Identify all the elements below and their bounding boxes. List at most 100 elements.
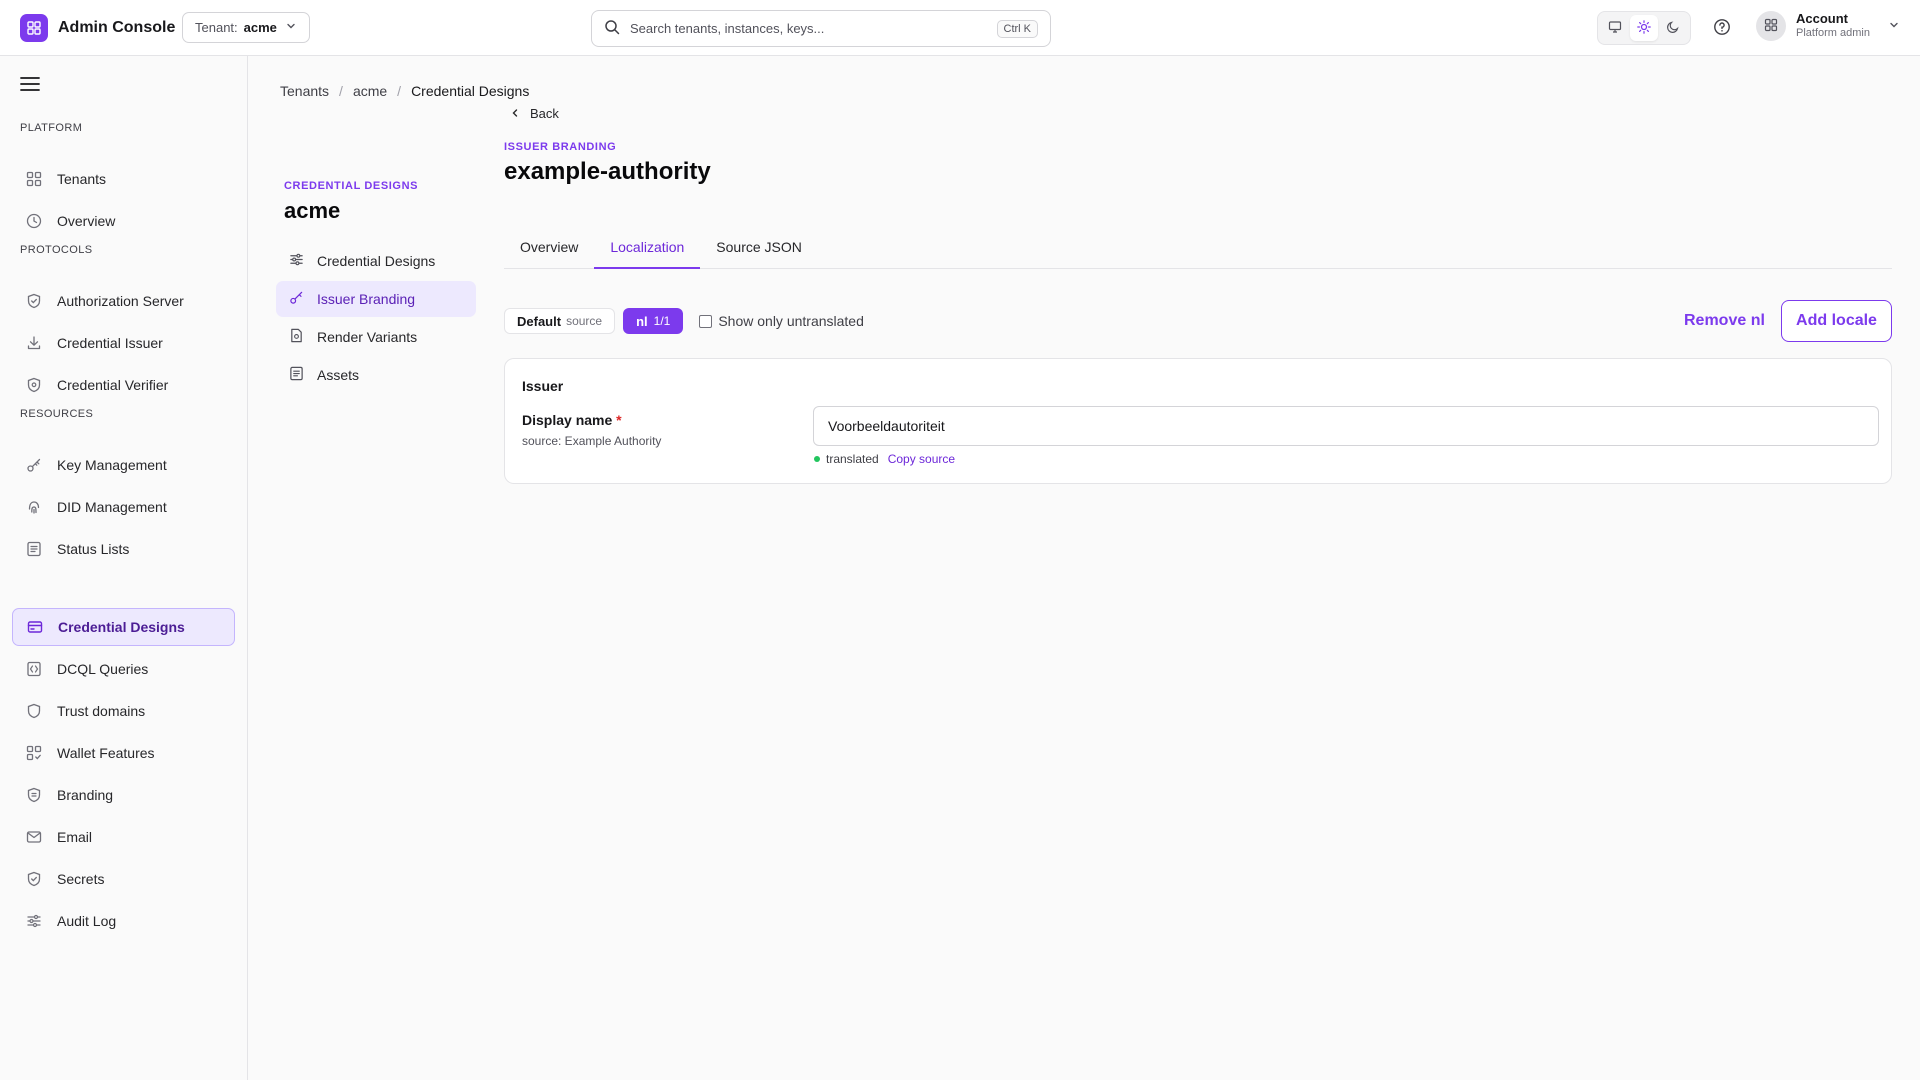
sidebar-item-credential-issuer[interactable]: Credential Issuer	[12, 324, 235, 362]
search-icon	[604, 19, 620, 38]
sidebar-item-trust-domains[interactable]: Trust domains	[12, 692, 235, 730]
monitor-icon	[1608, 20, 1622, 37]
sidebar-item-label: Status Lists	[57, 541, 130, 557]
back-link[interactable]: Back	[510, 106, 559, 121]
badge-icon	[25, 786, 43, 804]
sidebar-item-label: Branding	[57, 787, 114, 803]
tab-overview[interactable]: Overview	[504, 229, 594, 269]
sidebar-section-label: PLATFORM	[20, 122, 83, 134]
sidebar-item-dcql-queries[interactable]: DCQL Queries	[12, 650, 235, 688]
breadcrumb-separator: /	[339, 83, 343, 99]
card-icon	[26, 618, 44, 636]
sidebar-item-label: Credential Verifier	[57, 377, 169, 393]
list-icon	[289, 366, 304, 384]
sidebar-item-label: Key Management	[57, 457, 167, 473]
app-logo-icon	[20, 14, 48, 42]
section-title: acme	[284, 198, 341, 223]
sidebar-item-label: Trust domains	[57, 703, 146, 719]
app-title: Admin Console	[58, 19, 176, 36]
sidebar-item-wallet-features[interactable]: Wallet Features	[12, 734, 235, 772]
add-locale-button[interactable]: Add locale	[1781, 300, 1892, 342]
help-button[interactable]	[1710, 16, 1734, 40]
sidebar-item-key-management[interactable]: Key Management	[12, 446, 235, 484]
moon-icon	[1666, 20, 1680, 37]
page-title: example-authority	[504, 158, 711, 185]
breadcrumb: Tenants / acme / Credential Designs	[280, 83, 529, 99]
display-name-input[interactable]	[813, 406, 1879, 446]
sidebar-item-tenants[interactable]: Tenants	[12, 160, 235, 198]
chevron-down-icon	[1888, 18, 1900, 34]
theme-system-button[interactable]	[1601, 15, 1629, 41]
grid-icon	[25, 170, 43, 188]
list-icon	[25, 540, 43, 558]
top-bar: Admin Console Tenant: acme Ctrl K	[0, 0, 1920, 56]
sidebar-item-status-lists[interactable]: Status Lists	[12, 530, 235, 568]
subnav-render-variants[interactable]: Render Variants	[276, 319, 476, 355]
sidebar-item-branding[interactable]: Branding	[12, 776, 235, 814]
sidebar-item-secrets[interactable]: Secrets	[12, 860, 235, 898]
page-eyebrow: ISSUER BRANDING	[504, 141, 617, 153]
tab-localization[interactable]: Localization	[594, 229, 701, 269]
sidebar: PLATFORM Tenants Overview PROTOCOLS Auth…	[0, 56, 248, 1080]
theme-dark-button[interactable]	[1659, 15, 1687, 41]
sidebar-item-credential-verifier[interactable]: Credential Verifier	[12, 366, 235, 404]
subnav-issuer-branding[interactable]: Issuer Branding	[276, 281, 476, 317]
global-search[interactable]: Ctrl K	[591, 10, 1051, 47]
search-input[interactable]	[630, 21, 987, 36]
clock-icon	[25, 212, 43, 230]
sidebar-item-audit-log[interactable]: Audit Log	[12, 902, 235, 940]
locale-chip-label: Default	[517, 313, 562, 329]
sidebar-item-label: Credential Issuer	[57, 335, 163, 351]
sidebar-item-authorization-server[interactable]: Authorization Server	[12, 282, 235, 320]
shield-icon	[25, 702, 43, 720]
field-label: Display name *	[522, 412, 622, 428]
breadcrumb-tenants[interactable]: Tenants	[280, 83, 329, 99]
sliders-icon	[25, 912, 43, 930]
search-shortcut-hint: Ctrl K	[996, 19, 1038, 38]
fingerprint-icon	[25, 498, 43, 516]
show-untranslated-toggle[interactable]: Show only untranslated	[699, 313, 864, 329]
tab-source-json[interactable]: Source JSON	[700, 229, 818, 269]
subnav-assets[interactable]: Assets	[276, 357, 476, 393]
theme-switcher	[1597, 11, 1691, 45]
menu-toggle-button[interactable]	[18, 73, 42, 97]
sliders-icon	[289, 252, 304, 270]
mail-icon	[25, 828, 43, 846]
sidebar-item-label: Wallet Features	[57, 745, 155, 761]
tenant-value: acme	[243, 20, 277, 35]
locale-chip-nl[interactable]: nl 1/1	[623, 308, 684, 334]
show-untranslated-checkbox[interactable]	[699, 314, 713, 328]
sidebar-item-label: Authorization Server	[57, 293, 184, 309]
theme-light-button[interactable]	[1629, 15, 1658, 41]
shield-icon	[25, 376, 43, 394]
sidebar-item-did-management[interactable]: DID Management	[12, 488, 235, 526]
sidebar-item-overview[interactable]: Overview	[12, 202, 235, 240]
chevron-left-icon	[510, 106, 520, 121]
account-menu[interactable]: Account Platform admin	[1756, 11, 1900, 41]
breadcrumb-current: Credential Designs	[411, 83, 530, 99]
copy-source-link[interactable]: Copy source	[888, 452, 955, 466]
chevron-down-icon	[285, 20, 297, 35]
sidebar-item-email[interactable]: Email	[12, 818, 235, 856]
subnav-credential-designs[interactable]: Credential Designs	[276, 243, 476, 279]
tenant-select[interactable]: Tenant: acme	[182, 12, 310, 43]
breadcrumb-tenant[interactable]: acme	[353, 83, 387, 99]
locale-selector: Default source nl 1/1 Show only untransl…	[504, 308, 864, 334]
sidebar-item-credential-designs[interactable]: Credential Designs	[12, 608, 235, 646]
required-mark: *	[616, 412, 622, 428]
brand[interactable]: Admin Console	[20, 14, 175, 42]
subnav-label: Render Variants	[317, 329, 418, 345]
show-untranslated-label: Show only untranslated	[718, 313, 864, 329]
locale-chip-default[interactable]: Default source	[504, 308, 616, 334]
translation-status: translated Copy source	[814, 452, 955, 466]
remove-locale-button[interactable]: Remove nl	[1668, 300, 1781, 342]
key-icon	[289, 290, 304, 308]
sidebar-item-label: Audit Log	[57, 913, 117, 929]
locale-progress: 1/1	[653, 314, 671, 328]
sidebar-item-label: Secrets	[57, 871, 105, 887]
sun-icon	[1637, 19, 1651, 37]
help-circle-icon	[1713, 18, 1731, 39]
file-icon	[289, 328, 304, 346]
tenant-label: Tenant:	[195, 20, 238, 35]
shield-icon	[25, 292, 43, 310]
